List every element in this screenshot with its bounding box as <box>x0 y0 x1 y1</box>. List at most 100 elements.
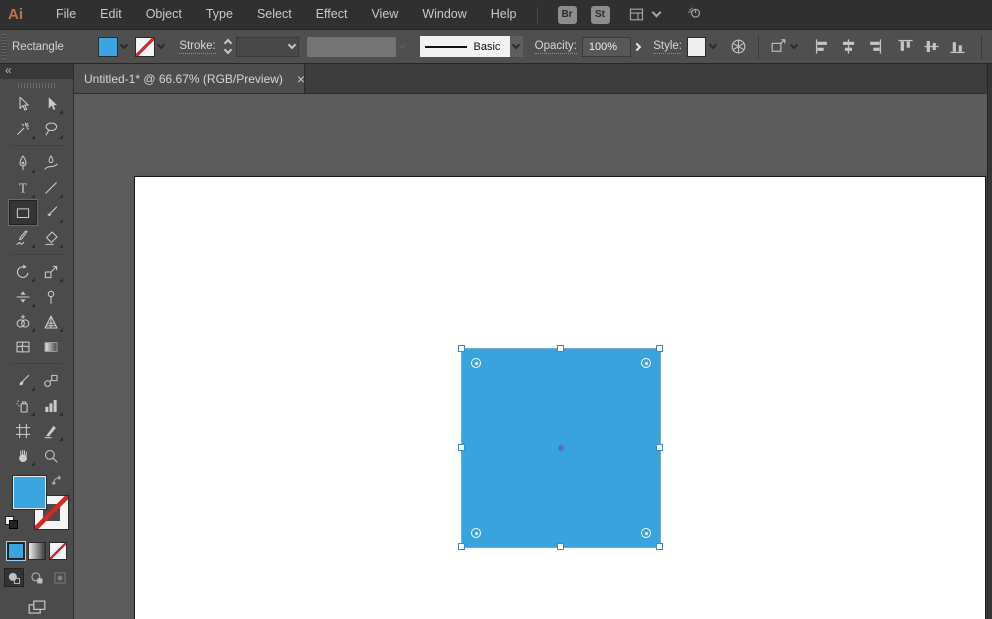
brush-stroke-preview <box>425 46 467 48</box>
menu-item-type[interactable]: Type <box>194 0 245 29</box>
style-swatch[interactable] <box>687 37 706 57</box>
line-segment-tool[interactable] <box>37 175 65 200</box>
slice-tool[interactable] <box>37 418 65 443</box>
shape-builder-tool[interactable] <box>9 309 37 334</box>
live-corner-widget[interactable] <box>641 528 651 538</box>
stock-button[interactable]: St <box>591 6 610 24</box>
brush-definition-select[interactable]: Basic <box>420 36 510 57</box>
main-menu: FileEditObjectTypeSelectEffectViewWindow… <box>44 0 529 29</box>
artboard-tool[interactable] <box>9 418 37 443</box>
color-button[interactable] <box>7 542 25 560</box>
selection-handle[interactable] <box>557 543 564 550</box>
perspective-grid-tool[interactable] <box>37 309 65 334</box>
zoom-tool[interactable] <box>37 443 65 468</box>
align-top-button[interactable] <box>896 37 915 56</box>
menu-item-view[interactable]: View <box>359 0 410 29</box>
symbol-sprayer-tool[interactable] <box>9 393 37 418</box>
bridge-button[interactable]: Br <box>558 6 577 24</box>
opacity-flyout-button[interactable] <box>631 37 644 57</box>
canvas[interactable] <box>74 94 992 619</box>
selection-handle[interactable] <box>458 444 465 451</box>
tab-close-icon[interactable]: × <box>297 72 305 86</box>
menu-item-window[interactable]: Window <box>410 0 478 29</box>
none-button[interactable] <box>49 542 67 560</box>
blend-tool[interactable] <box>37 368 65 393</box>
column-graph-tool[interactable] <box>37 393 65 418</box>
menu-item-effect[interactable]: Effect <box>304 0 360 29</box>
selection-handle[interactable] <box>656 345 663 352</box>
recolor-artwork-button[interactable] <box>729 37 748 56</box>
hand-tool[interactable] <box>9 443 37 468</box>
pen-tool[interactable] <box>9 150 37 175</box>
stroke-color-swatch[interactable] <box>135 37 154 57</box>
live-corner-widget[interactable] <box>471 528 481 538</box>
swap-fill-stroke-button[interactable] <box>50 474 65 494</box>
selection-tool[interactable] <box>9 91 37 116</box>
magic-wand-tool[interactable] <box>9 116 37 141</box>
puppet-warp-tool[interactable] <box>37 284 65 309</box>
eyedropper-tool[interactable] <box>9 368 37 393</box>
live-corner-widget[interactable] <box>471 358 481 368</box>
selection-handle[interactable] <box>458 345 465 352</box>
swap-arrows-icon <box>50 474 65 489</box>
rectangle-tool[interactable] <box>9 200 37 225</box>
menu-bar: Ai FileEditObjectTypeSelectEffectViewWin… <box>0 0 992 30</box>
align-left-button[interactable] <box>813 37 832 56</box>
transform-button[interactable] <box>769 37 797 56</box>
chevron-down-icon <box>708 41 716 49</box>
scale-tool[interactable] <box>37 259 65 284</box>
mesh-tool[interactable] <box>9 334 37 359</box>
eraser-tool[interactable] <box>37 225 65 250</box>
draw-inside-mode-button[interactable] <box>50 568 70 587</box>
style-dropdown-button[interactable] <box>706 37 719 57</box>
menu-item-object[interactable]: Object <box>134 0 194 29</box>
lasso-tool[interactable] <box>37 116 65 141</box>
opacity-input[interactable]: 100% <box>582 37 631 57</box>
draw-behind-mode-button[interactable] <box>27 568 47 587</box>
direct-selection-tool[interactable] <box>37 91 65 116</box>
gradient-tool[interactable] <box>37 334 65 359</box>
workspace-switcher-button[interactable] <box>628 6 660 23</box>
align-right-button[interactable] <box>865 37 884 56</box>
document-tab[interactable]: Untitled-1* @ 66.67% (RGB/Preview) × <box>74 64 305 93</box>
fill-color-swatch[interactable] <box>98 37 117 57</box>
curvature-tool[interactable] <box>37 150 65 175</box>
selection-handle[interactable] <box>458 543 465 550</box>
live-corner-widget[interactable] <box>641 358 651 368</box>
draw-normal-mode-button[interactable] <box>4 568 24 587</box>
align-vertical-center-button[interactable] <box>922 37 941 56</box>
fill-proxy-swatch[interactable] <box>13 476 46 509</box>
chevron-down-icon <box>651 8 661 18</box>
selection-handle[interactable] <box>557 345 564 352</box>
fill-color-dropdown-button[interactable] <box>118 37 131 57</box>
paintbrush-tool[interactable] <box>37 200 65 225</box>
width-tool[interactable] <box>9 284 37 309</box>
shaper-tool[interactable] <box>9 225 37 250</box>
menu-item-edit[interactable]: Edit <box>88 0 134 29</box>
type-tool[interactable]: T <box>9 175 37 200</box>
width-profile-dropdown-button <box>396 37 409 57</box>
panel-drag-grip[interactable] <box>0 79 73 91</box>
rotate-tool[interactable] <box>9 259 37 284</box>
menu-item-file[interactable]: File <box>44 0 88 29</box>
gradient-button[interactable] <box>28 542 46 560</box>
chevron-down-icon <box>120 41 128 49</box>
stroke-color-dropdown-button[interactable] <box>155 37 168 57</box>
align-bottom-button[interactable] <box>948 37 967 56</box>
align-horizontal-center-button[interactable] <box>839 37 858 56</box>
menu-item-help[interactable]: Help <box>479 0 529 29</box>
opacity-panel-link[interactable]: Opacity: <box>535 40 577 54</box>
stroke-weight-stepper[interactable] <box>222 36 235 58</box>
active-tool-name: Rectangle <box>12 41 72 53</box>
gpu-performance-button[interactable] <box>686 4 703 26</box>
stroke-weight-select[interactable] <box>236 37 298 57</box>
collapse-panel-button[interactable]: « <box>5 63 12 77</box>
selection-handle[interactable] <box>656 543 663 550</box>
selection-handle[interactable] <box>656 444 663 451</box>
style-panel-link[interactable]: Style: <box>653 40 682 54</box>
stroke-panel-link[interactable]: Stroke: <box>179 40 215 54</box>
menu-item-select[interactable]: Select <box>245 0 304 29</box>
brush-definition-dropdown-button[interactable] <box>510 36 523 57</box>
change-screen-mode-button[interactable] <box>0 597 73 619</box>
default-fill-stroke-button[interactable] <box>5 516 18 529</box>
